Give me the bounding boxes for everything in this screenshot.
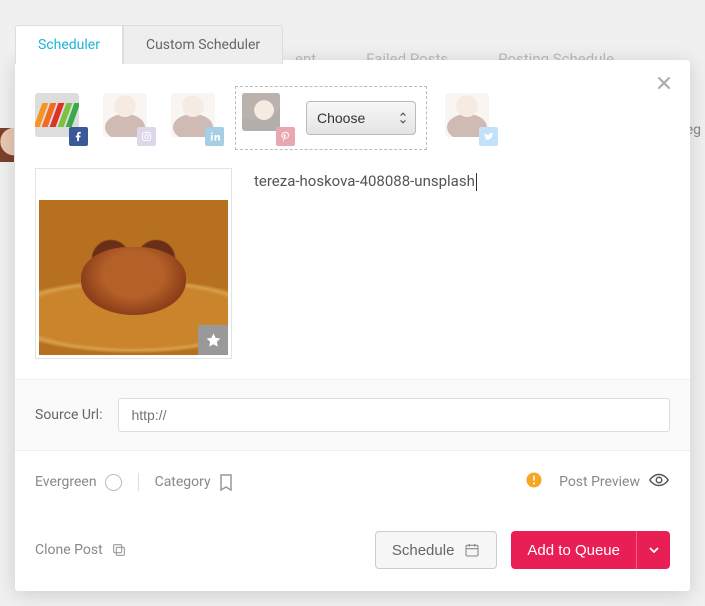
preview-label: Post Preview (559, 474, 640, 490)
pinterest-icon (276, 127, 295, 146)
star-icon (205, 332, 222, 349)
schedule-label: Schedule (392, 542, 455, 559)
bookmark-icon (219, 474, 233, 491)
options-row: Evergreen Category Post Preview (15, 450, 690, 513)
tab-scheduler[interactable]: Scheduler (15, 25, 123, 64)
circle-icon (105, 474, 122, 491)
account-row: Choose (15, 60, 690, 168)
source-url-label: Source Url: (35, 407, 102, 423)
post-preview-button[interactable]: Post Preview (559, 469, 670, 495)
pinterest-group: Choose (235, 86, 427, 150)
schedule-button[interactable]: Schedule (375, 531, 498, 569)
caption-text: tereza-hoskova-408088-unsplash (254, 172, 475, 190)
eye-icon (648, 469, 670, 495)
calendar-icon (464, 542, 480, 558)
tab-bar: Scheduler Custom Scheduler (15, 25, 283, 64)
clone-post-button[interactable]: Clone Post (35, 542, 127, 558)
board-select[interactable]: Choose (306, 101, 416, 135)
bg-avatar-fragment (0, 128, 14, 162)
evergreen-toggle[interactable]: Evergreen (35, 474, 122, 491)
caret-down-icon (649, 547, 659, 553)
board-select-wrap: Choose (306, 101, 416, 135)
avatar (242, 93, 280, 131)
category-label: Category (155, 474, 211, 490)
account-linkedin[interactable] (171, 93, 221, 143)
text-cursor (476, 173, 477, 191)
source-url-input[interactable] (118, 398, 670, 432)
close-button[interactable] (656, 75, 672, 95)
close-icon (656, 75, 672, 91)
clone-label: Clone Post (35, 542, 103, 558)
alert-icon (525, 471, 543, 493)
twitter-icon (479, 127, 498, 146)
source-section: Source Url: (15, 379, 690, 450)
account-pinterest[interactable] (242, 93, 292, 143)
compose-body: tereza-hoskova-408088-unsplash (15, 168, 690, 379)
caption-input[interactable]: tereza-hoskova-408088-unsplash (254, 168, 670, 359)
evergreen-label: Evergreen (35, 474, 97, 490)
divider (138, 473, 139, 491)
tab-custom-scheduler[interactable]: Custom Scheduler (123, 25, 283, 64)
copy-icon (111, 542, 127, 558)
add-to-queue-group: Add to Queue (511, 531, 670, 569)
queue-dropdown-button[interactable] (636, 531, 670, 569)
account-twitter[interactable] (445, 93, 495, 143)
favorite-button[interactable] (198, 325, 228, 355)
account-instagram[interactable] (103, 93, 153, 143)
attached-image[interactable] (35, 168, 232, 359)
add-to-queue-button[interactable]: Add to Queue (511, 531, 636, 569)
instagram-icon (137, 127, 156, 146)
facebook-icon (69, 127, 88, 146)
footer-row: Clone Post Schedule Add to Queue (15, 513, 690, 591)
linkedin-icon (205, 127, 224, 146)
account-facebook[interactable] (35, 93, 85, 143)
compose-modal: Choose tereza-hoskova-408088-unsplash (15, 60, 690, 591)
category-button[interactable]: Category (155, 474, 233, 491)
